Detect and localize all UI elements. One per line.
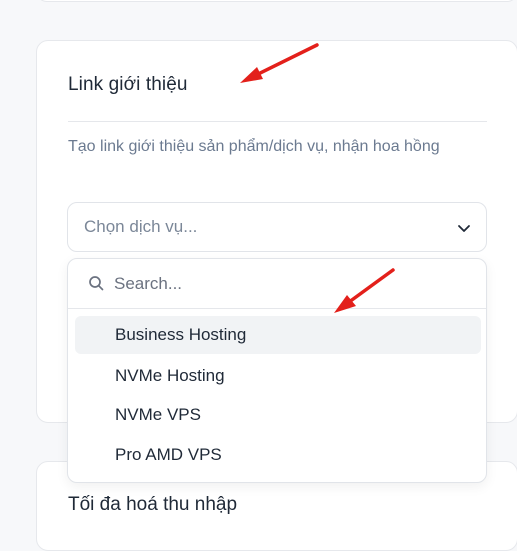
option-pro-amd-vps[interactable]: Pro AMD VPS <box>75 436 481 474</box>
card-description: Tạo link giới thiệu sản phẩm/dịch vụ, nh… <box>68 138 440 155</box>
service-select[interactable]: Chọn dịch vụ... <box>67 202 487 252</box>
search-input[interactable] <box>114 273 474 294</box>
dropdown-search <box>68 259 486 309</box>
search-icon <box>89 276 104 291</box>
next-card-title: Tối đa hoá thu nhập <box>68 494 238 515</box>
service-dropdown: Business Hosting NVMe Hosting NVMe VPS P… <box>67 258 487 483</box>
divider <box>68 121 487 122</box>
option-business-hosting[interactable]: Business Hosting <box>75 316 481 354</box>
service-select-placeholder: Chọn dịch vụ... <box>84 217 198 236</box>
option-nvme-hosting[interactable]: NVMe Hosting <box>75 357 481 395</box>
chevron-down-icon <box>458 225 470 232</box>
option-nvme-vps[interactable]: NVMe VPS <box>75 396 481 434</box>
card-title: Link giới thiệu <box>68 74 188 95</box>
previous-card <box>36 0 517 2</box>
